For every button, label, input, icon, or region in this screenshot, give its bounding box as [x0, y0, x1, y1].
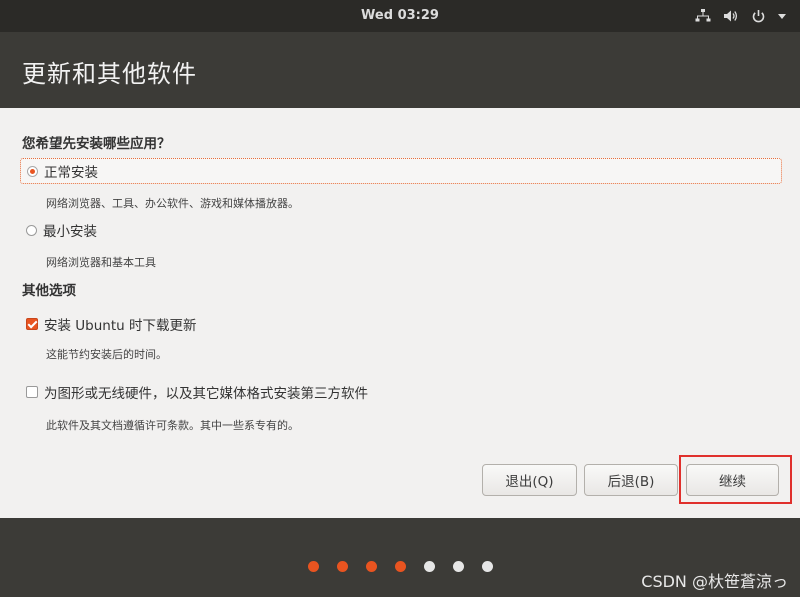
chevron-down-icon[interactable]	[778, 13, 786, 19]
normal-install-label: 正常安装	[44, 165, 98, 181]
installer-header: 更新和其他软件	[0, 32, 800, 108]
volume-icon[interactable]	[723, 9, 739, 23]
third-party-option[interactable]: 为图形或无线硬件，以及其它媒体格式安装第三方软件	[20, 380, 368, 404]
power-icon[interactable]	[751, 9, 766, 24]
network-icon[interactable]	[695, 9, 711, 23]
watermark: CSDN @杕笹蒼涼っ	[641, 572, 788, 591]
step-dot	[424, 561, 435, 572]
step-progress-dots	[308, 561, 493, 572]
third-party-label: 为图形或无线硬件，以及其它媒体格式安装第三方软件	[44, 386, 368, 402]
third-party-checkbox[interactable]	[26, 386, 38, 398]
page-title: 更新和其他软件	[22, 60, 197, 88]
install-type-question: 您希望先安装哪些应用？	[22, 136, 171, 152]
clock[interactable]: Wed 03:29	[0, 0, 800, 32]
minimal-install-option[interactable]: 最小安装	[20, 218, 97, 242]
installer-content: 您希望先安装哪些应用？ 正常安装 网络浏览器、工具、办公软件、游戏和媒体播放器。…	[0, 108, 800, 518]
download-updates-option[interactable]: 安装 Ubuntu 时下载更新	[20, 312, 197, 336]
step-dot	[395, 561, 406, 572]
back-button[interactable]: 后退(B)	[584, 464, 678, 496]
step-dot	[482, 561, 493, 572]
download-updates-description: 这能节约安装后的时间。	[46, 348, 167, 361]
installer-footer: CSDN @杕笹蒼涼っ	[0, 518, 800, 597]
continue-highlight-box	[679, 455, 792, 504]
normal-install-radio[interactable]	[27, 165, 38, 177]
download-updates-checkbox[interactable]	[26, 318, 38, 330]
other-options-title: 其他选项	[22, 283, 76, 299]
step-dot	[453, 561, 464, 572]
step-dot	[337, 561, 348, 572]
system-indicators	[695, 0, 786, 32]
third-party-description: 此软件及其文档遵循许可条款。其中一些系专有的。	[46, 419, 299, 432]
normal-install-description: 网络浏览器、工具、办公软件、游戏和媒体播放器。	[46, 197, 299, 210]
download-updates-label: 安装 Ubuntu 时下载更新	[44, 318, 197, 334]
top-panel: Wed 03:29	[0, 0, 800, 32]
step-dot	[308, 561, 319, 572]
quit-button[interactable]: 退出(Q)	[482, 464, 577, 496]
minimal-install-description: 网络浏览器和基本工具	[46, 256, 156, 269]
step-dot	[366, 561, 377, 572]
minimal-install-label: 最小安装	[43, 224, 97, 240]
minimal-install-radio[interactable]	[26, 224, 37, 236]
normal-install-option[interactable]: 正常安装	[20, 158, 782, 184]
